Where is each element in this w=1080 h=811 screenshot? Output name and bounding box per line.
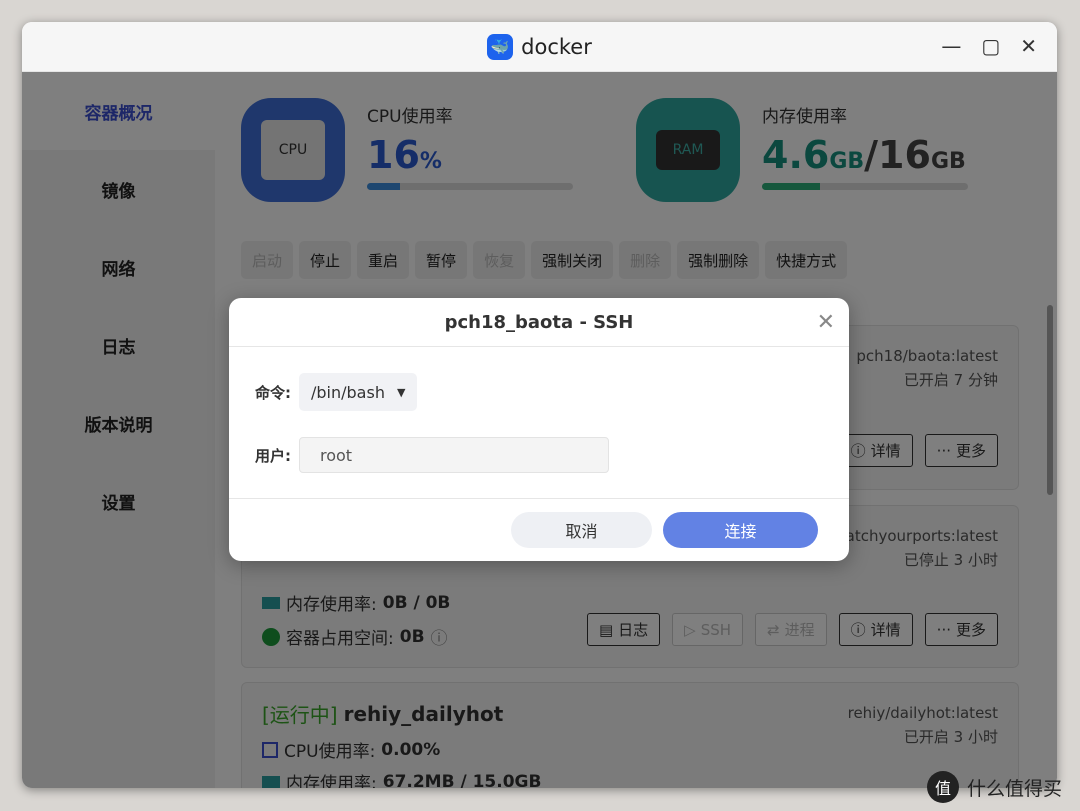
maximize-icon[interactable]: ▢ xyxy=(981,34,1000,58)
ssh-dialog: pch18_baota - SSH ✕ 命令: /bin/bash▼ 用户: 取消… xyxy=(229,298,849,561)
cancel-button[interactable]: 取消 xyxy=(511,512,652,548)
close-icon[interactable]: ✕ xyxy=(1020,34,1037,58)
dialog-title: pch18_baota - SSH xyxy=(444,311,634,333)
user-label: 用户: xyxy=(255,446,291,465)
docker-logo-icon: 🐳 xyxy=(487,33,514,60)
close-icon[interactable]: ✕ xyxy=(817,310,835,335)
command-select[interactable]: /bin/bash ▼ xyxy=(299,373,418,411)
caret-down-icon: ▼ xyxy=(396,385,406,399)
user-input[interactable] xyxy=(299,437,609,473)
watermark: 值什么值得买 xyxy=(926,771,1062,803)
watermark-logo-icon: 值 xyxy=(926,771,959,803)
connect-button[interactable]: 连接 xyxy=(663,512,818,548)
title-bar: 🐳 docker — ▢ ✕ xyxy=(22,22,1057,72)
command-label: 命令: xyxy=(255,383,291,402)
minimize-icon[interactable]: — xyxy=(941,34,961,58)
app-title: docker xyxy=(521,34,592,59)
